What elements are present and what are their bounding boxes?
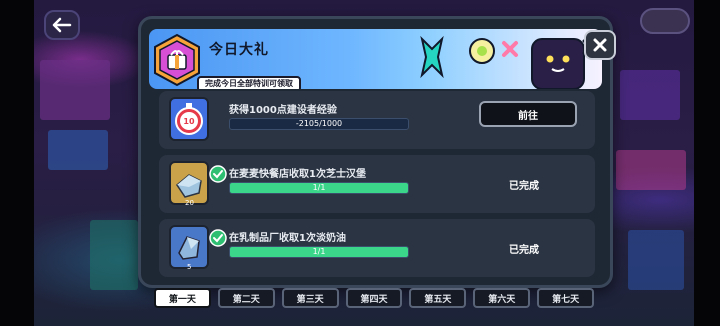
day-tabs: 第一天 第二天 第三天 第四天 第五天 第六天 第七天 bbox=[154, 288, 595, 310]
banner-subtitle: 完成今日全部特训可领取 bbox=[197, 76, 301, 89]
back-button[interactable] bbox=[44, 10, 80, 40]
progress-text: -2105/1000 bbox=[295, 119, 343, 128]
cheese-block-icon bbox=[176, 174, 202, 198]
task-progress-bar: 1/1 bbox=[229, 182, 409, 194]
banner-title: 今日大礼 bbox=[209, 42, 269, 58]
bg-neon-building bbox=[628, 230, 684, 290]
task-progress-bar: -2105/1000 bbox=[229, 118, 409, 130]
reward-count: 5 bbox=[187, 263, 192, 271]
bg-neon-building bbox=[40, 60, 110, 120]
close-icon bbox=[593, 38, 607, 52]
check-icon bbox=[209, 165, 227, 183]
dialog-banner: 今日大礼 完成今日全部特训可领取 bbox=[149, 29, 602, 89]
gift-icon bbox=[154, 33, 200, 87]
check-icon bbox=[209, 229, 227, 247]
task-title: 在麦麦快餐店收取1次芝士汉堡 bbox=[229, 169, 366, 180]
tab-day-7[interactable]: 第七天 bbox=[537, 288, 595, 308]
task-title: 在乳制品厂收取1次淡奶油 bbox=[229, 233, 346, 244]
timer-badge-text: 10 bbox=[183, 117, 195, 126]
close-button[interactable] bbox=[584, 30, 616, 60]
tab-day-4[interactable]: 第四天 bbox=[345, 288, 403, 308]
tab-day-2[interactable]: 第二天 bbox=[217, 288, 275, 308]
task-row: 20 在麦麦快餐店收取1次芝士汉堡 1/1 已完成 bbox=[159, 155, 595, 213]
tab-day-5[interactable]: 第五天 bbox=[409, 288, 467, 308]
tab-day-3[interactable]: 第三天 bbox=[281, 288, 339, 308]
daily-gift-dialog: 今日大礼 完成今日全部特训可领取 10 获得1000点建设者经验 -2105/1… bbox=[138, 16, 613, 288]
screen-edge-left bbox=[0, 0, 34, 326]
bg-neon-building bbox=[48, 130, 108, 170]
go-button[interactable]: 前往 bbox=[479, 101, 577, 127]
completed-label: 已完成 bbox=[509, 245, 539, 256]
back-icon bbox=[52, 17, 72, 33]
progress-text: 1/1 bbox=[312, 183, 326, 192]
tab-day-1[interactable]: 第一天 bbox=[154, 288, 211, 308]
reward-count: 20 bbox=[185, 199, 194, 207]
banner-character-art bbox=[420, 35, 598, 89]
task-title: 获得1000点建设者经验 bbox=[229, 105, 337, 116]
bg-neon-building bbox=[620, 70, 680, 120]
bg-neon-building bbox=[616, 150, 686, 190]
bg-neon-building bbox=[90, 220, 138, 290]
tab-day-6[interactable]: 第六天 bbox=[473, 288, 531, 308]
completed-label: 已完成 bbox=[509, 181, 539, 192]
task-row: 5 在乳制品厂收取1次淡奶油 1/1 已完成 bbox=[159, 219, 595, 277]
screen-edge-right bbox=[694, 0, 720, 326]
task-row: 10 获得1000点建设者经验 -2105/1000 前往 bbox=[159, 91, 595, 149]
ice-crystal-icon bbox=[178, 236, 200, 260]
cream-item-icon: 5 bbox=[169, 225, 227, 271]
cheeseburger-item-icon: 20 bbox=[169, 161, 227, 207]
task-progress-bar: 1/1 bbox=[229, 246, 409, 258]
timer-badge-icon: 10 bbox=[169, 97, 209, 141]
progress-text: 1/1 bbox=[312, 247, 326, 256]
status-pill bbox=[640, 8, 690, 34]
